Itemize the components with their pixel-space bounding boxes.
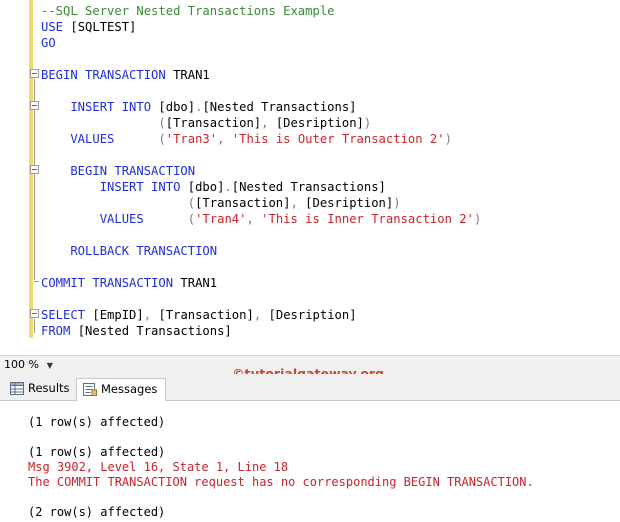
code-line: USE [SQLTEST] — [41, 19, 136, 35]
code-token: ( — [41, 116, 166, 130]
code-token: COMMIT TRANSACTION — [41, 276, 181, 290]
code-line: --SQL Server Nested Transactions Example — [41, 3, 335, 19]
code-token: [Transaction] — [165, 116, 262, 130]
code-line: INSERT INTO [dbo].[Nested Transactions] — [41, 179, 386, 195]
code-token: ) — [393, 196, 401, 210]
tab-messages[interactable]: Messages — [76, 378, 167, 402]
code-token: [Nested Transactions] — [231, 180, 386, 194]
code-token: --SQL Server Nested Transactions Example — [41, 4, 335, 18]
chevron-down-icon: ▼ — [46, 361, 53, 370]
messages-pane[interactable]: (1 row(s) affected) (1 row(s) affected) … — [0, 401, 620, 522]
code-token: VALUES — [41, 212, 188, 226]
code-token: , — [261, 116, 276, 130]
code-token: [EmpID] — [92, 308, 144, 322]
fold-toggle-icon[interactable] — [30, 101, 39, 110]
code-token: 'This is Outer Transaction 2' — [231, 132, 445, 146]
zoom-dropdown[interactable]: 100 % ▼ — [4, 358, 55, 372]
code-token: [Nested Transactions] — [202, 100, 357, 114]
code-line: ROLLBACK TRANSACTION — [41, 243, 217, 259]
code-line: INSERT INTO [dbo].[Nested Transactions] — [41, 99, 357, 115]
code-line: ([Transaction], [Desription]) — [41, 115, 371, 131]
message-line: (1 row(s) affected) — [28, 445, 166, 459]
fold-guide — [34, 319, 35, 333]
code-token: 'This is Inner Transaction 2' — [261, 212, 474, 226]
code-token: INSERT INTO — [41, 100, 159, 114]
code-token: [dbo] — [158, 100, 196, 114]
zoom-level: 100 % — [4, 358, 39, 371]
code-token: ) — [363, 116, 372, 130]
code-line: BEGIN TRANSACTION — [41, 163, 195, 179]
code-token: , — [217, 132, 232, 146]
fold-toggle-icon[interactable] — [30, 165, 39, 174]
fold-end-marker — [34, 281, 39, 282]
code-token: ) — [444, 132, 452, 146]
code-token: [Desription] — [275, 116, 364, 130]
code-line: VALUES ('Tran4', 'This is Inner Transact… — [41, 211, 482, 227]
messages-icon — [83, 383, 97, 396]
grid-icon — [10, 382, 24, 395]
code-line: VALUES ('Tran3', 'This is Outer Transact… — [41, 131, 452, 147]
code-token: [Desription] — [305, 196, 394, 210]
code-token: ( — [158, 132, 166, 146]
code-token: 'Tran4' — [195, 212, 247, 226]
code-token: TRAN1 — [173, 68, 210, 82]
code-token: , — [253, 308, 269, 322]
code-token: INSERT INTO — [41, 180, 188, 194]
code-token: [Transaction] — [195, 196, 291, 210]
code-token: [Transaction] — [158, 308, 254, 322]
tab-results[interactable]: Results — [4, 378, 78, 401]
code-token: 'Tran3' — [165, 132, 218, 146]
code-line: COMMIT TRANSACTION TRAN1 — [41, 275, 217, 291]
code-token: . — [224, 180, 232, 194]
fold-toggle-icon[interactable] — [30, 309, 39, 318]
fold-toggle-icon[interactable] — [30, 69, 39, 78]
code-token: VALUES — [41, 132, 159, 146]
code-token: , — [290, 196, 306, 210]
results-tabs: Results Messages — [0, 374, 620, 402]
tab-results-label: Results — [28, 381, 70, 395]
code-token: SELECT — [41, 308, 93, 322]
code-token: USE — [41, 20, 71, 34]
code-token: GO — [41, 36, 56, 50]
code-line: SELECT [EmpID], [Transaction], [Desripti… — [41, 307, 357, 323]
code-line: BEGIN TRANSACTION TRAN1 — [41, 67, 210, 83]
code-token: [dbo] — [187, 180, 225, 194]
error-message-line: The COMMIT TRANSACTION request has no co… — [28, 475, 534, 489]
code-token: ROLLBACK TRANSACTION — [41, 244, 218, 258]
tab-messages-label: Messages — [101, 382, 158, 396]
sql-editor[interactable]: --SQL Server Nested Transactions Example… — [0, 0, 620, 355]
code-token: ( — [41, 196, 196, 210]
code-token: [Desription] — [268, 308, 357, 322]
code-line: ([Transaction], [Desription]) — [41, 195, 401, 211]
message-line: (2 row(s) affected) — [28, 505, 166, 519]
code-line: GO — [41, 35, 56, 51]
code-token: ) — [473, 212, 482, 226]
error-message-line: Msg 3902, Level 16, State 1, Line 18 — [28, 460, 289, 474]
message-line: (1 row(s) affected) — [28, 415, 166, 429]
code-token: BEGIN TRANSACTION — [41, 68, 174, 82]
code-token: [SQLTEST] — [70, 20, 137, 34]
code-token: TRAN1 — [180, 276, 218, 290]
code-token: FROM — [41, 324, 78, 338]
code-token: BEGIN TRANSACTION — [41, 164, 196, 178]
code-token: , — [143, 308, 159, 322]
code-token: , — [246, 212, 262, 226]
code-token: ( — [187, 212, 196, 226]
code-line: FROM [Nested Transactions] — [41, 323, 232, 339]
code-token: [Nested Transactions] — [77, 324, 232, 338]
